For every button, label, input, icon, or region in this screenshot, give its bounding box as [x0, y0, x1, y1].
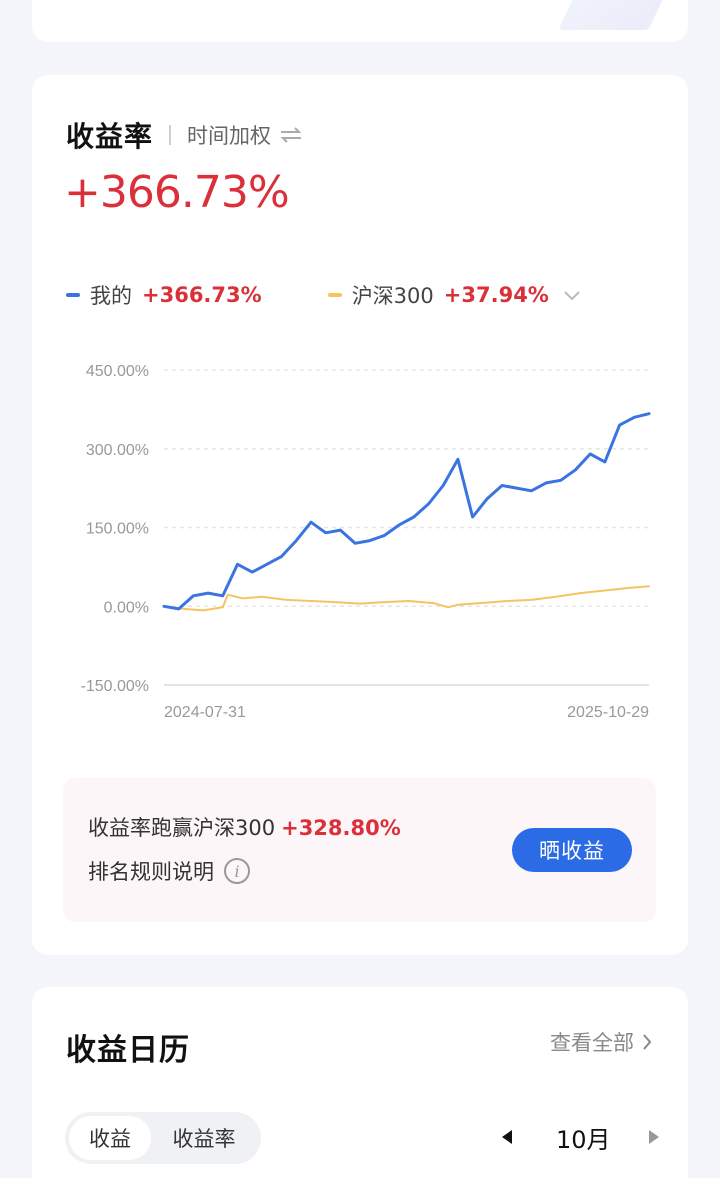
- x-tick-label: 2025-10-29: [567, 704, 649, 721]
- y-tick-label: -150.00%: [81, 678, 150, 695]
- current-month: 10月: [556, 1125, 611, 1154]
- legend-name-benchmark: 沪深300: [351, 284, 434, 308]
- month-navigator: 10月: [502, 1119, 659, 1155]
- series-line-mine: [162, 412, 651, 611]
- next-month-icon[interactable]: [648, 1130, 659, 1144]
- legend-name-mine: 我的: [90, 284, 132, 308]
- view-all-label[interactable]: 查看全部: [550, 1027, 634, 1057]
- return-card: 收益率 时间加权 +366.73% 我的 +366.73% 沪深300 +37.…: [32, 75, 688, 955]
- y-tick-label: 450.00%: [86, 363, 149, 380]
- chevron-down-icon[interactable]: [563, 289, 581, 301]
- top-card: [32, 0, 688, 42]
- previous-month-icon[interactable]: [502, 1130, 512, 1144]
- return-title: 收益率: [66, 120, 154, 153]
- return-chart: 450.00% 300.00% 150.00% 0.00% -150.00% 2024-0…: [81, 363, 651, 721]
- legend-value-benchmark: +37.94%: [443, 283, 549, 307]
- y-tick-label: 0.00%: [104, 599, 149, 616]
- legend-value-mine: +366.73%: [142, 283, 262, 307]
- tab-earnings[interactable]: 收益: [69, 1116, 151, 1160]
- info-icon[interactable]: i: [224, 858, 250, 884]
- calendar-card: 收益日历 查看全部 收益 收益率 10月: [32, 987, 688, 1178]
- y-tick-label: 300.00%: [86, 442, 149, 459]
- return-title-row: 收益率 时间加权: [66, 115, 303, 155]
- view-all-link[interactable]: 查看全部: [550, 1027, 652, 1057]
- benchmark-promo-panel: 收益率跑赢沪深300 +328.80% 排名规则说明 i 晒收益: [63, 778, 656, 922]
- x-tick-label: 2024-07-31: [164, 704, 246, 721]
- decorative-banner: [558, 0, 672, 30]
- weighting-mode-toggle[interactable]: 时间加权: [187, 120, 271, 150]
- legend-swatch-mine: [66, 293, 80, 297]
- y-tick-label: 150.00%: [86, 521, 149, 538]
- swap-icon[interactable]: [279, 127, 303, 143]
- chart-legend: 我的 +366.73% 沪深300 +37.94%: [66, 280, 581, 310]
- beat-value: +328.80%: [281, 816, 401, 840]
- legend-swatch-benchmark: [327, 293, 342, 297]
- chevron-right-icon[interactable]: [642, 1033, 652, 1051]
- share-returns-button[interactable]: 晒收益: [512, 828, 632, 872]
- tab-return-rate[interactable]: 收益率: [151, 1116, 257, 1160]
- ranking-rules-link[interactable]: 排名规则说明 i: [88, 856, 250, 886]
- legend-item-mine: 我的 +366.73%: [66, 280, 262, 310]
- title-divider: [169, 125, 172, 145]
- ranking-rules-label[interactable]: 排名规则说明: [88, 856, 214, 886]
- legend-item-benchmark[interactable]: 沪深300 +37.94%: [327, 280, 581, 310]
- beat-label: 收益率跑赢沪深300: [88, 816, 276, 840]
- calendar-title: 收益日历: [66, 1033, 190, 1068]
- total-return-value: +366.73%: [64, 167, 290, 218]
- beat-benchmark-text: 收益率跑赢沪深300 +328.80%: [88, 812, 401, 842]
- calendar-mode-switch: 收益 收益率: [65, 1112, 261, 1164]
